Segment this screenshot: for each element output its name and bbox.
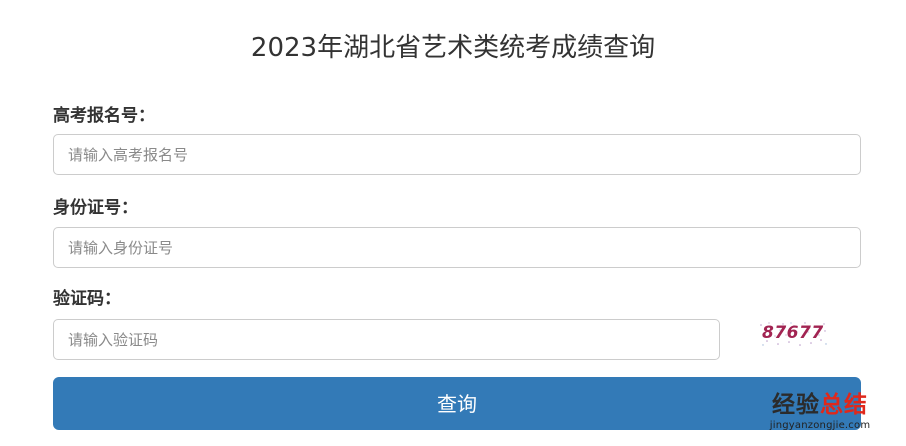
watermark: 经验总结 jingyanzongjie.com — [764, 391, 876, 432]
captcha-label: 验证码： — [53, 289, 121, 309]
page-title: 2023年湖北省艺术类统考成绩查询 — [250, 33, 656, 63]
captcha-input[interactable] — [53, 319, 720, 360]
watermark-url: jingyanzongjie.com — [769, 420, 871, 431]
id-number-input[interactable] — [53, 227, 861, 268]
captcha-image[interactable]: 87677 — [758, 321, 828, 347]
exam-number-input[interactable] — [53, 134, 861, 175]
watermark-logo: 经验总结 — [764, 391, 876, 419]
query-button[interactable]: 查询 — [53, 377, 861, 430]
id-number-label: 身份证号： — [53, 198, 138, 218]
score-query-page: 2023年湖北省艺术类统考成绩查询 高考报名号： 身份证号： 验证码： 8767… — [0, 0, 906, 446]
exam-number-label: 高考报名号： — [53, 106, 155, 126]
watermark-logo-text: 经验总结 — [772, 392, 868, 418]
captcha-code: 87677 — [762, 323, 824, 343]
